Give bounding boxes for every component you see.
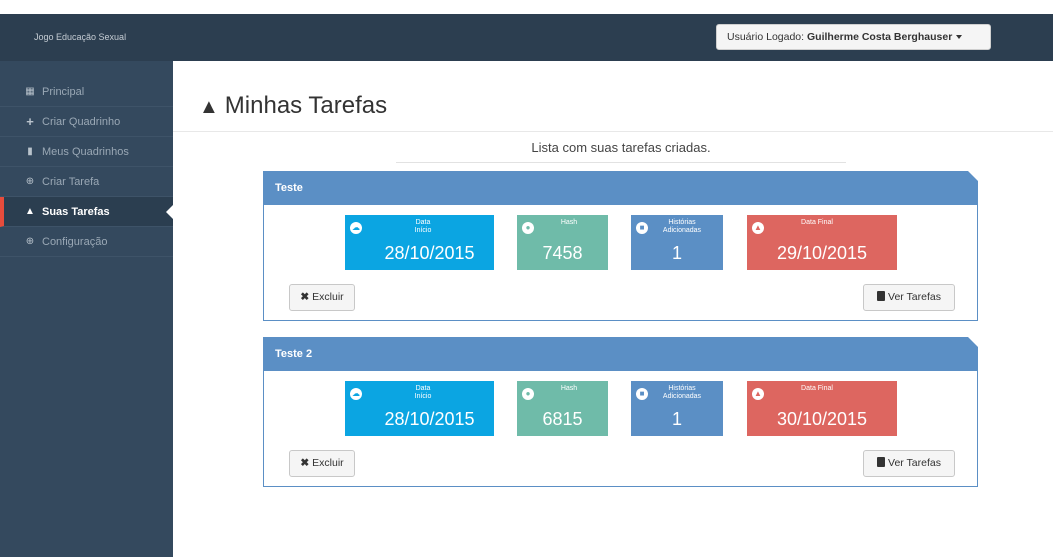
tile-label: Histórias Adicionadas xyxy=(662,385,702,400)
delete-button[interactable]: ✖ Excluir xyxy=(289,450,355,477)
hash-tile: ● Hash 7458 xyxy=(517,215,608,270)
sidebar-item-label: Criar Tarefa xyxy=(42,176,100,188)
sidebar-item-label: Configuração xyxy=(42,236,108,248)
start-date-tile: ☁ Data Início 28/10/2015 xyxy=(345,381,494,436)
hash-value: 6815 xyxy=(542,409,583,429)
task-name: Teste xyxy=(275,182,303,194)
delete-button-label: Excluir xyxy=(312,457,344,469)
tile-label: Histórias Adicionadas xyxy=(662,219,702,234)
view-tasks-button[interactable]: Ver Tarefas xyxy=(863,450,955,477)
plus-circle-icon: ⊕ xyxy=(25,176,35,187)
start-date-tile: ☁ Data Início 28/10/2015 xyxy=(345,215,494,270)
sidebar: ▦ Principal + Criar Quadrinho ▮ Meus Qua… xyxy=(0,61,173,557)
plus-icon: + xyxy=(26,114,34,129)
corner-fold xyxy=(968,171,978,181)
tile-label: Data Início xyxy=(414,385,432,400)
tile-label: Hash xyxy=(560,385,578,392)
tag-icon: ● xyxy=(522,388,534,400)
tile-label: Data Início xyxy=(414,219,432,234)
top-navbar: Jogo Educação Sexual Usuário Logado: Gui… xyxy=(0,14,1053,61)
page-title-text: Minhas Tarefas xyxy=(224,92,388,119)
sidebar-item-principal[interactable]: ▦ Principal xyxy=(0,77,173,107)
book-icon: ■ xyxy=(636,222,648,234)
sidebar-item-suas-tarefas[interactable]: ▲ Suas Tarefas xyxy=(0,197,173,227)
sidebar-item-label: Suas Tarefas xyxy=(42,206,110,218)
end-date-value: 29/10/2015 xyxy=(776,243,868,263)
divider xyxy=(396,162,846,163)
task-panel-header: Teste xyxy=(264,171,978,205)
page-title: ▲ Minhas Tarefas xyxy=(199,92,387,120)
end-date-tile: ▲ Data Final 29/10/2015 xyxy=(747,215,897,270)
delete-button-label: Excluir xyxy=(312,291,344,303)
sidebar-item-meus-quadrinhos[interactable]: ▮ Meus Quadrinhos xyxy=(0,137,173,167)
tile-label: Data Final xyxy=(801,219,833,226)
task-panel: Teste 2 ☁ Data Início 28/10/2015 ● Hash … xyxy=(263,337,978,487)
file-icon: ▮ xyxy=(27,146,33,157)
hash-value: 7458 xyxy=(542,243,583,263)
task-panel: Teste ☁ Data Início 28/10/2015 ● Hash 74… xyxy=(263,171,978,321)
plus-circle-icon: ⊕ xyxy=(25,236,35,247)
task-name: Teste 2 xyxy=(275,348,313,360)
book-icon xyxy=(877,291,886,301)
hash-tile: ● Hash 6815 xyxy=(517,381,608,436)
app-brand[interactable]: Jogo Educação Sexual xyxy=(34,14,126,61)
view-tasks-button-label: Ver Tarefas xyxy=(888,457,941,469)
stories-tile: ■ Histórias Adicionadas 1 xyxy=(631,215,723,270)
start-date-value: 28/10/2015 xyxy=(384,243,475,263)
cloud-icon: ☁ xyxy=(350,222,362,234)
tag-icon: ● xyxy=(522,222,534,234)
tile-label: Hash xyxy=(560,219,578,226)
user-name: Guilherme Costa Berghauser xyxy=(806,31,953,43)
divider xyxy=(173,131,1053,132)
sidebar-item-label: Criar Quadrinho xyxy=(42,116,121,128)
task-panel-header: Teste 2 xyxy=(264,337,978,371)
stories-tile: ■ Histórias Adicionadas 1 xyxy=(631,381,723,436)
start-date-value: 28/10/2015 xyxy=(384,409,475,429)
graduation-cap-icon: ▲ xyxy=(199,96,219,118)
user-label: Usuário Logado: xyxy=(727,31,807,43)
sidebar-item-criar-tarefa[interactable]: ⊕ Criar Tarefa xyxy=(0,167,173,197)
end-date-value: 30/10/2015 xyxy=(776,409,868,429)
user-menu-button[interactable]: Usuário Logado: Guilherme Costa Berghaus… xyxy=(716,24,991,50)
sidebar-item-configuracao[interactable]: ⊕ Configuração xyxy=(0,227,173,257)
end-date-tile: ▲ Data Final 30/10/2015 xyxy=(747,381,897,436)
book-icon: ■ xyxy=(636,388,648,400)
sidebar-item-label: Principal xyxy=(42,86,85,98)
sidebar-item-criar-quadrinho[interactable]: + Criar Quadrinho xyxy=(0,107,173,137)
view-tasks-button[interactable]: Ver Tarefas xyxy=(863,284,955,311)
caret-down-icon xyxy=(956,35,963,40)
view-tasks-button-label: Ver Tarefas xyxy=(888,291,941,303)
corner-fold xyxy=(968,337,978,347)
page-subtitle: Lista com suas tarefas criadas. xyxy=(531,140,711,155)
tile-label: Data Final xyxy=(801,385,833,392)
stories-value: 1 xyxy=(671,243,682,263)
grid-icon: ▦ xyxy=(25,86,35,97)
download-icon: ▲ xyxy=(752,388,764,400)
book-icon xyxy=(877,457,886,467)
sidebar-item-label: Meus Quadrinhos xyxy=(42,146,129,158)
delete-button[interactable]: ✖ Excluir xyxy=(289,284,355,311)
download-icon: ▲ xyxy=(752,222,764,234)
active-indicator xyxy=(166,205,173,219)
close-icon: ✖ xyxy=(300,291,310,303)
graduation-cap-icon: ▲ xyxy=(25,206,35,217)
cloud-icon: ☁ xyxy=(350,388,362,400)
close-icon: ✖ xyxy=(300,457,310,469)
stories-value: 1 xyxy=(671,409,682,429)
